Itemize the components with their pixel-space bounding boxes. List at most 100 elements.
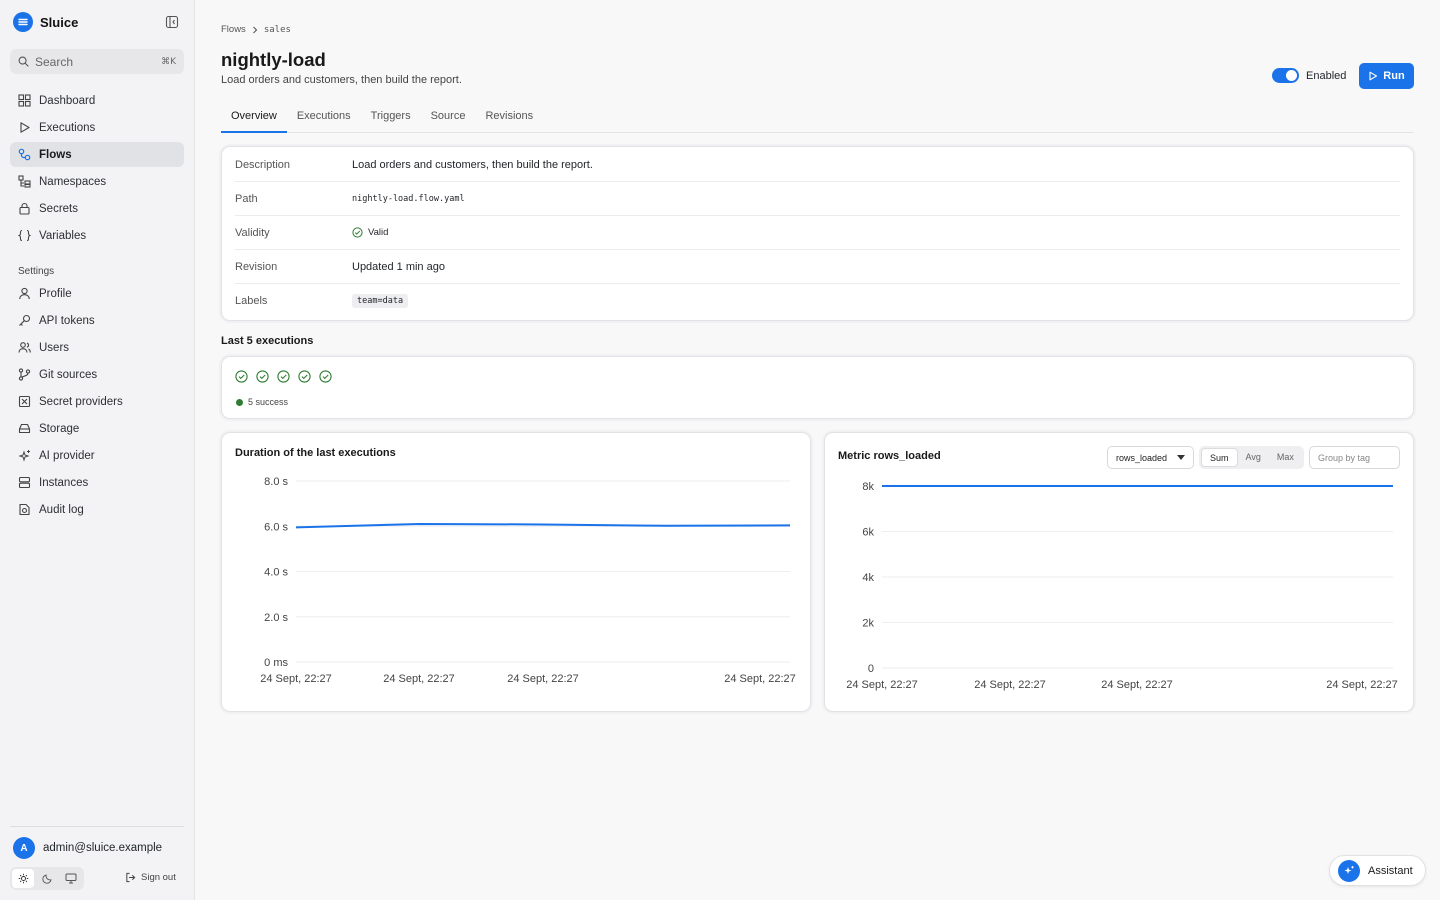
main-content: Flows sales nightly-load Load orders and… (195, 0, 1440, 900)
series-line (295, 522, 791, 529)
run-button[interactable]: Run (1359, 63, 1414, 89)
flow-details-card: Description Load orders and customers, t… (221, 146, 1414, 321)
sidebar-item-label: Git sources (39, 368, 98, 381)
execution-success-icon[interactable] (277, 370, 290, 383)
dashboard-icon (18, 94, 31, 107)
breadcrumb-root[interactable]: Flows (221, 24, 246, 35)
dark-theme-button[interactable] (36, 869, 58, 888)
last-executions-card: 5 success (221, 356, 1414, 419)
collapse-sidebar-icon[interactable] (165, 15, 179, 29)
sidebar-item-dashboard[interactable]: Dashboard (10, 88, 184, 113)
light-theme-button[interactable] (12, 869, 34, 888)
tab-triggers[interactable]: Triggers (361, 104, 421, 133)
label-chip[interactable]: team=data (352, 294, 409, 308)
main-nav: Dashboard Executions Flows Namespaces Se… (10, 88, 184, 250)
detail-key: Description (235, 158, 291, 171)
chevron-right-icon (252, 26, 258, 33)
assistant-button[interactable]: Assistant (1329, 855, 1426, 886)
executions-legend: 5 success (236, 397, 288, 407)
execution-success-icon[interactable] (235, 370, 248, 383)
x-tick-label: 24 Sept, 22:27 (974, 679, 1046, 691)
enabled-toggle[interactable] (1272, 68, 1299, 83)
sidebar-item-secret-providers[interactable]: Secret providers (10, 389, 184, 414)
assistant-label: Assistant (1368, 864, 1413, 877)
enabled-label: Enabled (1306, 69, 1347, 82)
sidebar-item-git-sources[interactable]: Git sources (10, 362, 184, 387)
system-theme-button[interactable] (60, 869, 82, 888)
breadcrumb: Flows sales (221, 24, 291, 35)
sidebar-item-label: Flows (39, 148, 72, 161)
sidebar-item-label: Profile (39, 287, 72, 300)
play-icon (1369, 71, 1378, 81)
execution-success-icon[interactable] (256, 370, 269, 383)
sidebar-item-label: Storage (39, 422, 80, 435)
sparkle-icon (18, 450, 30, 462)
moon-icon (41, 874, 52, 884)
users-icon (18, 342, 31, 353)
sidebar-item-storage[interactable]: Storage (10, 416, 184, 441)
execution-status-list (235, 370, 332, 383)
x-tick-label: 24 Sept, 22:27 (507, 673, 579, 685)
sidebar-item-profile[interactable]: Profile (10, 281, 184, 306)
x-tick-label: 24 Sept, 22:27 (724, 673, 796, 685)
audit-icon (19, 503, 30, 516)
search-input[interactable] (35, 54, 145, 69)
sidebar-item-namespaces[interactable]: Namespaces (10, 169, 184, 194)
sidebar-item-audit-log[interactable]: Audit log (10, 497, 184, 522)
x-tick-label: 24 Sept, 22:27 (260, 673, 332, 685)
divider (10, 826, 184, 827)
sidebar-item-label: Audit log (39, 503, 84, 516)
execution-success-icon[interactable] (298, 370, 311, 383)
monitor-icon (65, 873, 77, 884)
sidebar-item-secrets[interactable]: Secrets (10, 196, 184, 221)
tab-source[interactable]: Source (421, 104, 476, 133)
execution-success-icon[interactable] (319, 370, 332, 383)
y-tick-label: 4.0 s (264, 567, 288, 579)
check-circle-icon (352, 227, 363, 238)
sluice-logo-icon (13, 12, 33, 32)
tab-bar: Overview Executions Triggers Source Revi… (221, 104, 1414, 133)
y-tick-label: 4k (862, 572, 874, 584)
breadcrumb-namespace[interactable]: sales (264, 25, 291, 35)
sign-out-label: Sign out (141, 872, 176, 883)
brand[interactable]: Sluice (13, 12, 78, 32)
storage-icon (18, 423, 31, 434)
sidebar-item-label: Secret providers (39, 395, 123, 408)
sidebar-item-ai-provider[interactable]: AI provider (10, 443, 184, 468)
detail-row-path: Path nightly-load.flow.yaml (235, 182, 1400, 216)
y-tick-label: 8.0 s (264, 476, 288, 488)
search-box[interactable]: ⌘K (10, 49, 184, 74)
sidebar-item-users[interactable]: Users (10, 335, 184, 360)
sign-out-button[interactable]: Sign out (125, 872, 176, 883)
success-dot (236, 398, 243, 406)
lock-icon (19, 202, 30, 215)
page-subtitle: Load orders and customers, then build th… (221, 74, 462, 86)
user-menu[interactable]: A admin@sluice.example (13, 837, 162, 859)
duration-chart-card: Duration of the last executions 0 ms 2.0 … (221, 432, 811, 712)
x-tick-label: 24 Sept, 22:27 (1326, 679, 1398, 691)
enabled-toggle-group: Enabled (1272, 68, 1346, 83)
namespace-icon (18, 175, 31, 188)
tab-revisions[interactable]: Revisions (475, 104, 543, 133)
sidebar-item-executions[interactable]: Executions (10, 115, 184, 140)
x-tick-label: 24 Sept, 22:27 (383, 673, 455, 685)
y-tick-label: 6k (862, 527, 874, 539)
detail-row-labels: Labels team=data (235, 284, 1400, 318)
sidebar-item-flows[interactable]: Flows (10, 142, 184, 167)
detail-value: Load orders and customers, then build th… (352, 158, 593, 171)
sidebar-item-label: Namespaces (39, 175, 107, 188)
search-icon (18, 56, 29, 67)
sidebar-item-instances[interactable]: Instances (10, 470, 184, 495)
detail-value: Valid (352, 227, 388, 238)
key-icon (19, 314, 31, 326)
git-icon (18, 368, 31, 381)
detail-key: Revision (235, 260, 278, 273)
sidebar-item-variables[interactable]: Variables (10, 223, 184, 248)
assistant-sparkle-icon (1338, 859, 1360, 882)
sidebar-item-api-tokens[interactable]: API tokens (10, 308, 184, 333)
tab-overview[interactable]: Overview (221, 104, 287, 133)
user-email: admin@sluice.example (43, 842, 163, 854)
sidebar-item-label: Instances (39, 476, 89, 489)
detail-value: nightly-load.flow.yaml (352, 193, 465, 204)
tab-executions[interactable]: Executions (287, 104, 361, 133)
